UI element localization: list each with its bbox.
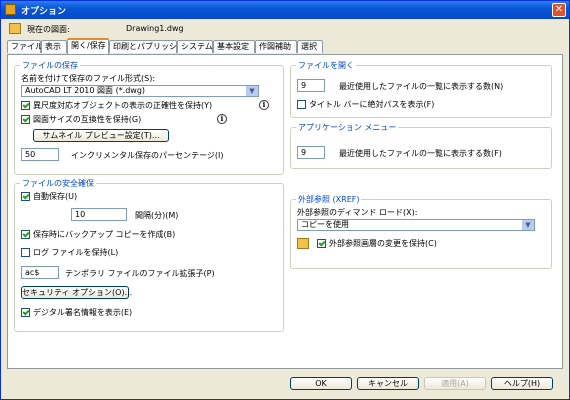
title-bar[interactable]: オプション ✕ xyxy=(1,1,569,19)
tab-system[interactable]: システム xyxy=(177,40,213,53)
file-safety-title: ファイルの安全確保 xyxy=(20,178,96,189)
chevron-down-icon: ▼ xyxy=(521,220,534,230)
autosave-label: 自動保存(U) xyxy=(33,192,78,201)
application-menu-title: アプリケーション メニュー xyxy=(296,122,399,133)
log-file-checkbox[interactable] xyxy=(21,248,30,257)
backup-copy-checkbox[interactable] xyxy=(21,230,30,239)
tab-panel: ファイルの保存 名前を付けて保存のファイル形式(S): AutoCAD LT 2… xyxy=(7,54,563,369)
backup-copy-label: 保存時にバックアップ コピーを作成(B) xyxy=(33,230,176,239)
info-icon[interactable]: i xyxy=(259,100,269,110)
incremental-save-label: インクリメンタル保存のパーセンテージ(I) xyxy=(71,151,224,160)
full-path-label: タイトル バーに絶対パスを表示(F) xyxy=(309,100,435,109)
tab-open-save[interactable]: 開く/保存 xyxy=(67,38,109,54)
save-format-label: 名前を付けて保存のファイル形式(S): xyxy=(21,74,156,83)
file-open-title: ファイルを開く xyxy=(296,60,356,71)
file-save-title: ファイルの保存 xyxy=(20,60,80,71)
tab-display[interactable]: 表示 xyxy=(41,40,67,53)
chevron-down-icon: ▼ xyxy=(245,86,258,96)
thumbnail-settings-button[interactable]: サムネイル プレビュー設定(T)... xyxy=(33,129,169,142)
temp-extension-label: テンポラリ ファイルのファイル拡張子(P) xyxy=(65,269,215,278)
xref-group: 外部参照 (XREF) 外部参照のディマンド ロード(X): コピーを使用 ▼ … xyxy=(290,194,552,269)
autosave-interval-input[interactable]: 10 xyxy=(71,208,127,221)
apply-button[interactable]: 適用(A) xyxy=(424,377,486,390)
close-button[interactable]: ✕ xyxy=(552,3,566,17)
security-options-button[interactable]: セキュリティ オプション(O)... xyxy=(21,286,132,299)
save-format-value: AutoCAD LT 2010 図面 (*.dwg) xyxy=(25,86,146,95)
options-dialog: オプション ✕ 現在の図面: Drawing1.dwg ファイル 表示 開く/保… xyxy=(0,0,570,400)
retain-xref-layers-label: 外部参照画層の変更を保持(C) xyxy=(329,239,437,248)
app-icon xyxy=(5,4,16,15)
drawing-icon xyxy=(9,23,21,34)
window-title: オプション xyxy=(21,7,67,17)
temp-extension-input[interactable]: ac$ xyxy=(21,266,59,279)
retain-xref-layers-checkbox[interactable] xyxy=(317,239,326,248)
tab-selection[interactable]: 選択 xyxy=(297,40,323,53)
maintain-visual-checkbox[interactable] xyxy=(21,101,30,110)
file-save-group: ファイルの保存 名前を付けて保存のファイル形式(S): AutoCAD LT 2… xyxy=(14,60,284,175)
current-drawing-value: Drawing1.dwg xyxy=(126,24,184,33)
demand-load-select[interactable]: コピーを使用 ▼ xyxy=(297,219,535,231)
file-safety-group: ファイルの安全確保 自動保存(U) 10 間隔(分)(M) 保存時にバックアップ… xyxy=(14,178,284,332)
recent-files-label: 最近使用したファイルの一覧に表示する数(N) xyxy=(339,82,504,91)
application-menu-group: アプリケーション メニュー 9 最近使用したファイルの一覧に表示する数(F) xyxy=(290,122,552,169)
full-path-checkbox[interactable] xyxy=(297,100,306,109)
demand-load-value: コピーを使用 xyxy=(301,220,349,229)
save-format-select[interactable]: AutoCAD LT 2010 図面 (*.dwg) ▼ xyxy=(21,85,259,97)
tab-files[interactable]: ファイル xyxy=(7,40,43,53)
app-menu-recent-label: 最近使用したファイルの一覧に表示する数(F) xyxy=(339,149,502,158)
xref-icon xyxy=(297,238,309,249)
recent-files-input[interactable]: 9 xyxy=(297,79,325,92)
app-menu-recent-input[interactable]: 9 xyxy=(297,146,325,159)
incremental-save-input[interactable]: 50 xyxy=(21,148,59,161)
log-file-label: ログ ファイルを保持(L) xyxy=(33,248,119,257)
tab-plot-publish[interactable]: 印刷とパブリッシュ xyxy=(109,40,185,53)
help-button[interactable]: ヘルプ(H) xyxy=(491,377,553,390)
autosave-interval-label: 間隔(分)(M) xyxy=(135,211,179,220)
tab-user-preferences[interactable]: 基本設定 xyxy=(213,40,255,53)
xref-title: 外部参照 (XREF) xyxy=(296,194,362,205)
maintain-size-label: 図面サイズの互換性を保持(G) xyxy=(33,115,142,124)
digital-signature-label: デジタル署名情報を表示(E) xyxy=(33,308,133,317)
current-drawing-label: 現在の図面: xyxy=(27,25,70,34)
tab-drafting[interactable]: 作図補助 xyxy=(255,40,297,53)
ok-button[interactable]: OK xyxy=(290,377,352,390)
file-open-group: ファイルを開く 9 最近使用したファイルの一覧に表示する数(N) タイトル バー… xyxy=(290,60,552,118)
digital-signature-checkbox[interactable] xyxy=(21,308,30,317)
cancel-button[interactable]: キャンセル xyxy=(357,377,419,390)
maintain-visual-label: 異尺度対応オブジェクトの表示の正確性を保持(Y) xyxy=(33,101,213,110)
demand-load-label: 外部参照のディマンド ロード(X): xyxy=(297,208,418,217)
maintain-size-checkbox[interactable] xyxy=(21,115,30,124)
info-icon[interactable]: i xyxy=(217,114,227,124)
autosave-checkbox[interactable] xyxy=(21,192,30,201)
